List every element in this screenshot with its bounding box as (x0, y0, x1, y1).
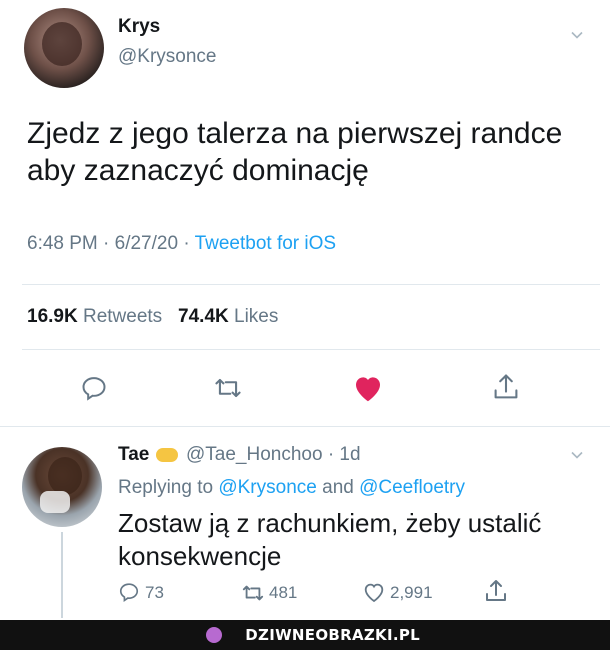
tweet-stats: 16.9K Retweets 74.4K Likes (27, 306, 278, 328)
thread-line (61, 532, 63, 618)
tweet-meta: 6:48 PM · 6/27/20 · Tweetbot for iOS (27, 233, 336, 255)
chevron-down-icon[interactable] (570, 28, 584, 42)
watermark-bar: DZIWNEOBRAZKI.PL (0, 620, 610, 650)
mention-link[interactable]: @Krysonce (218, 477, 317, 498)
author-handle[interactable]: @Krysonce (118, 46, 217, 68)
divider (22, 284, 600, 285)
heart-icon[interactable] (352, 373, 384, 403)
heart-icon[interactable] (362, 581, 386, 603)
author-avatar[interactable] (24, 8, 104, 88)
reply-author-name[interactable]: Tae (118, 444, 178, 466)
reply-icon[interactable] (80, 374, 108, 402)
share-icon[interactable] (484, 578, 508, 604)
retweet-icon[interactable] (240, 582, 266, 604)
like-count: 2,991 (390, 583, 433, 602)
reply-icon[interactable] (118, 581, 140, 603)
watermark-logo-icon (206, 627, 222, 643)
emoji-handshake-icon (155, 447, 178, 462)
retweet-count: 481 (269, 583, 298, 602)
likes-stat[interactable]: 74.4K Likes (178, 306, 278, 327)
replying-to: Replying to @Krysonce and @Ceefloetry (118, 477, 465, 498)
divider (22, 349, 600, 350)
tweet-source[interactable]: Tweetbot for iOS (195, 233, 337, 254)
reply-author-avatar[interactable] (22, 447, 102, 527)
share-icon[interactable] (492, 372, 520, 402)
retweet-icon[interactable] (213, 374, 243, 402)
retweets-stat[interactable]: 16.9K Retweets (27, 306, 162, 327)
mention-link[interactable]: @Ceefloetry (359, 477, 465, 498)
reply-text: Zostaw ją z rachunkiem, żeby ustalić kon… (118, 508, 542, 571)
divider (0, 426, 610, 427)
watermark-text: DZIWNEOBRAZKI.PL (245, 626, 420, 644)
tweet-timestamp[interactable]: 6:48 PM · 6/27/20 · (27, 233, 195, 254)
author-name[interactable]: Krys (118, 16, 160, 38)
chevron-down-icon[interactable] (570, 448, 584, 462)
reply-author-handle[interactable]: @Tae_Honchoo · 1d (186, 444, 361, 466)
tweet-text: Zjedz z jego talerza na pierwszej randce… (27, 117, 563, 187)
reply-count: 73 (145, 583, 164, 602)
